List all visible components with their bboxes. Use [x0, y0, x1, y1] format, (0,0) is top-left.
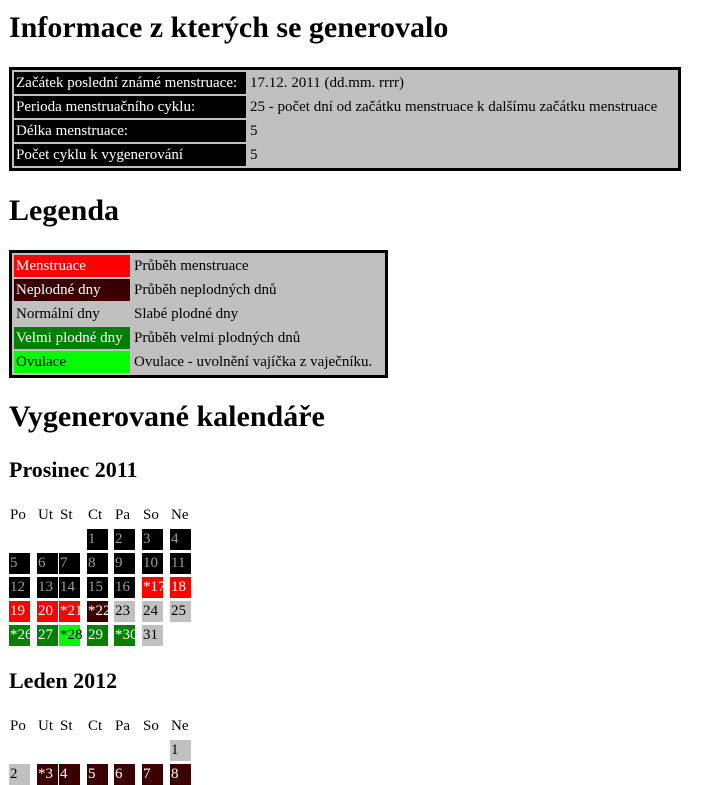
info-value: 25 - počet dní od začátku menstruace k d… — [250, 98, 658, 115]
calendar-day: *3 — [37, 764, 58, 785]
weekday-header: So — [143, 507, 159, 523]
legend-row: Neplodné dny Průběh neplodných dnů — [14, 279, 383, 301]
legend-description: Ovulace - uvolnění vajíčka z vaječníku. — [134, 353, 373, 370]
legend-swatch-normalni: Normální dny — [14, 303, 130, 325]
calendar-day: 4 — [59, 764, 80, 785]
info-label: Začátek poslední známé menstruace: — [14, 72, 246, 94]
info-row: Perioda menstruačního cyklu: 25 - počet … — [14, 96, 676, 118]
weekday-header: Po — [10, 718, 26, 734]
weekday-header: Ne — [171, 507, 189, 523]
calendar-day: 25 — [170, 601, 191, 622]
weekday-header: Ct — [88, 507, 103, 523]
legend-swatch-velmi-plodne: Velmi plodné dny — [14, 327, 130, 349]
calendar-day: *28 — [59, 625, 83, 646]
calendar-day: 16 — [114, 577, 135, 598]
weekday-header: Po — [10, 507, 26, 523]
calendar-day: 2 — [9, 764, 30, 785]
legend-row: Ovulace Ovulace - uvolnění vajíčka z vaj… — [14, 351, 383, 373]
calendar-day: 6 — [114, 764, 135, 785]
legend-table: Menstruace Průběh menstruace Neplodné dn… — [9, 250, 388, 378]
info-row: Začátek poslední známé menstruace: 17.12… — [14, 72, 676, 94]
calendar-day: 13 — [37, 577, 58, 598]
legend-swatch-menstruace: Menstruace — [14, 255, 130, 277]
calendar-day: 8 — [170, 764, 191, 785]
calendar-day: *21 — [59, 601, 83, 622]
calendar-day: 5 — [87, 764, 108, 785]
info-value: 17.12. 2011 (dd.mm. rrrr) — [250, 74, 404, 91]
weekday-header: Ut — [38, 718, 53, 734]
legend-description: Průběh neplodných dnů — [134, 281, 277, 298]
calendar-day: 1 — [170, 740, 191, 761]
heading-calendars: Vygenerované kalendáře — [9, 400, 325, 433]
calendar-day: 1 — [87, 529, 108, 550]
calendar-day: 14 — [59, 577, 80, 598]
legend-row: Normální dny Slabé plodné dny — [14, 303, 383, 325]
calendar-day: 3 — [142, 529, 163, 550]
legend-row: Velmi plodné dny Průběh velmi plodných d… — [14, 327, 383, 349]
weekday-header: St — [60, 507, 73, 523]
calendar-day: 18 — [170, 577, 191, 598]
calendar-day: 5 — [9, 553, 30, 574]
calendar-day: 9 — [114, 553, 135, 574]
legend-description: Průběh velmi plodných dnů — [134, 329, 301, 346]
legend-swatch-ovulace: Ovulace — [14, 351, 130, 373]
weekday-header: Ut — [38, 507, 53, 523]
weekday-header: Ne — [171, 718, 189, 734]
calendar-day: 27 — [37, 625, 58, 646]
calendar-day: 4 — [170, 529, 191, 550]
legend-description: Průběh menstruace — [134, 257, 249, 274]
legend-description: Slabé plodné dny — [134, 305, 239, 322]
calendar-day: 2 — [114, 529, 135, 550]
legend-swatch-neplodne: Neplodné dny — [14, 279, 130, 301]
calendar-day: *22 — [87, 601, 111, 622]
calendar-title: Leden 2012 — [9, 668, 118, 693]
calendar-day: *30 — [114, 625, 138, 646]
calendar-title: Prosinec 2011 — [9, 457, 138, 482]
calendar-day: 31 — [142, 625, 163, 646]
calendar-day: 19 — [9, 601, 30, 622]
calendar-day: 23 — [114, 601, 135, 622]
calendar-day: 6 — [37, 553, 58, 574]
calendar-day: 20 — [37, 601, 58, 622]
heading-legend: Legenda — [9, 194, 120, 227]
weekday-header: St — [60, 718, 73, 734]
calendar-day: 11 — [170, 553, 191, 574]
info-value: 5 — [250, 146, 258, 163]
legend-row: Menstruace Průběh menstruace — [14, 255, 383, 277]
weekday-header: So — [143, 718, 159, 734]
calendar-day: 7 — [59, 553, 80, 574]
info-label: Počet cyklu k vygenerování — [14, 144, 246, 166]
info-table: Začátek poslední známé menstruace: 17.12… — [9, 67, 681, 171]
info-row: Délka menstruace: 5 — [14, 120, 676, 142]
calendar-day: 29 — [87, 625, 108, 646]
weekday-header: Pa — [115, 507, 130, 523]
calendar-day: 12 — [9, 577, 30, 598]
info-value: 5 — [250, 122, 258, 139]
info-label: Délka menstruace: — [14, 120, 246, 142]
calendar-day: 8 — [87, 553, 108, 574]
calendar-day: 7 — [142, 764, 163, 785]
calendar-day: *17 — [142, 577, 166, 598]
heading-info: Informace z kterých se generovalo — [9, 11, 449, 44]
calendar-day: 15 — [87, 577, 108, 598]
calendar-day: 24 — [142, 601, 163, 622]
calendar-day: 10 — [142, 553, 163, 574]
calendar-day: *26 — [9, 625, 33, 646]
weekday-header: Ct — [88, 718, 103, 734]
info-label: Perioda menstruačního cyklu: — [14, 96, 246, 118]
weekday-header: Pa — [115, 718, 130, 734]
info-row: Počet cyklu k vygenerování 5 — [14, 144, 676, 166]
